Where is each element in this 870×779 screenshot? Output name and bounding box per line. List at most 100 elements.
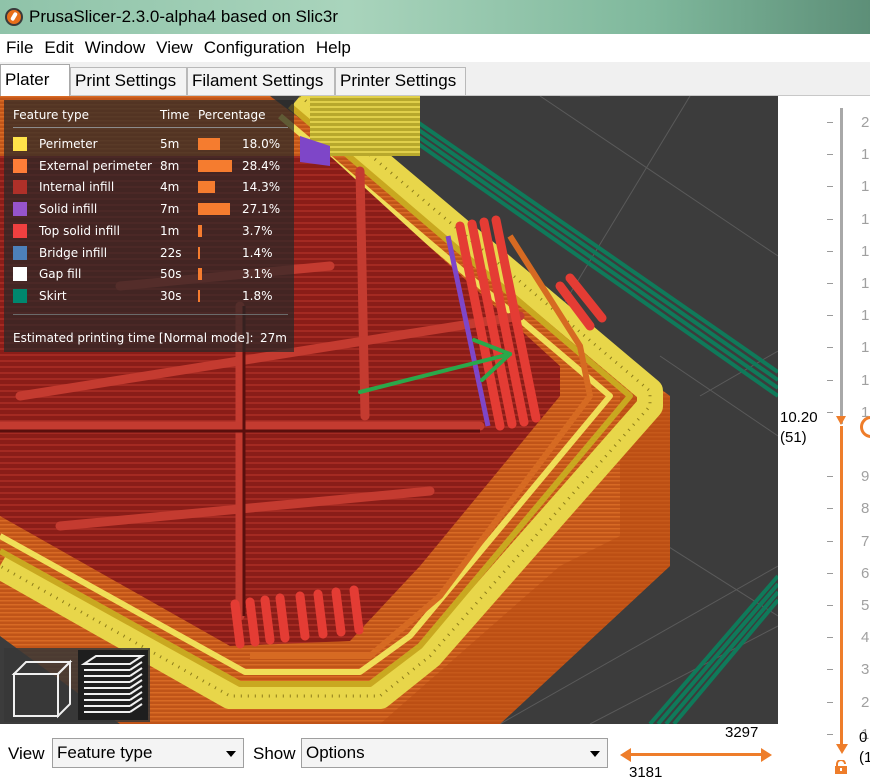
tab-print-settings[interactable]: Print Settings [70, 67, 187, 95]
layer-height-slider[interactable]: 2111111111987654321 10.20 (51) 0 (1 [778, 96, 870, 779]
legend-header-underline [13, 127, 288, 128]
legend-percentage-bar [198, 181, 215, 194]
legend-row: External perimeter 8m 28.4% [13, 156, 288, 176]
upper-thumb-arrow-icon[interactable] [836, 416, 846, 425]
layer-tick-label: 1 [861, 339, 870, 357]
legend-row: Gap fill 50s 3.1% [13, 264, 288, 284]
layer-tick [827, 605, 833, 606]
legend-feature-label: External perimeter [39, 158, 152, 173]
layer-tick [827, 154, 833, 156]
menu-file[interactable]: File [6, 38, 33, 58]
menu-view[interactable]: View [156, 38, 193, 58]
legend-separator [13, 314, 288, 315]
layer-tick [827, 540, 833, 542]
feature-legend: Feature type Time Percentage Perimeter 5m… [4, 100, 294, 352]
app-window: PrusaSlicer-2.3.0-alpha4 based on Slic3r… [0, 0, 870, 779]
estimated-time-value: 27m [260, 331, 287, 345]
legend-feature-label: Bridge infill [39, 245, 108, 260]
view-type-select[interactable]: Feature type [52, 738, 244, 768]
menu-edit[interactable]: Edit [44, 38, 73, 58]
legend-feature-time: 1m [160, 223, 180, 238]
layer-tick [827, 411, 833, 413]
layer-tick-label: 1 [861, 178, 870, 196]
layer-tick [827, 669, 833, 671]
legend-color-swatch [13, 158, 27, 173]
layer-tick-label: 3 [861, 661, 870, 679]
legend-row: Top solid infill 1m 3.7% [13, 221, 288, 241]
legend-feature-time: 8m [160, 158, 180, 173]
layer-tick [827, 476, 833, 478]
legend-percentage-bar [198, 138, 220, 150]
legend-feature-percentage: 18.0% [242, 137, 281, 151]
legend-color-swatch [13, 288, 27, 303]
moves-slider-left-thumb[interactable] [620, 748, 631, 762]
layer-tick-label: 9 [861, 468, 870, 486]
legend-row: Internal infill 4m 14.3% [13, 177, 288, 197]
legend-row: Perimeter 5m 18.0% [13, 134, 288, 154]
layer-tick-label: 4 [861, 629, 870, 647]
legend-header-percentage: Percentage [198, 108, 266, 122]
show-options-select[interactable]: Options [301, 738, 608, 768]
upper-thumb[interactable] [860, 416, 870, 438]
preview-3d-viewport[interactable]: Feature type Time Percentage Perimeter 5m… [0, 96, 778, 724]
lock-icon[interactable] [834, 760, 848, 774]
show-options-value: Options [306, 743, 365, 762]
window-title: PrusaSlicer-2.3.0-alpha4 based on Slic3r [29, 7, 339, 26]
moves-slider-track [628, 753, 764, 756]
moves-slider-right-thumb[interactable] [761, 748, 772, 762]
legend-feature-percentage: 14.3% [242, 180, 281, 195]
current-height: 10.20 [780, 409, 818, 426]
legend-color-swatch [13, 267, 27, 282]
layer-tick-label: 2 [861, 114, 870, 131]
legend-percentage-bar [198, 268, 202, 281]
layer-tick-label: 8 [861, 500, 870, 518]
legend-feature-percentage: 3.7% [242, 223, 273, 238]
moves-slider[interactable] [620, 746, 772, 762]
layer-tick [827, 283, 833, 284]
current-layer: (51) [780, 429, 807, 446]
legend-color-swatch [13, 137, 27, 151]
bottom-toolbar: View Feature type Show Options 3297 3181 [0, 724, 778, 779]
legend-row: Skirt 30s 1.8% [13, 286, 288, 306]
view-layers-button[interactable] [78, 650, 148, 720]
legend-feature-time: 30s [160, 288, 182, 303]
tab-filament-settings[interactable]: Filament Settings [187, 67, 335, 95]
tab-plater[interactable]: Plater [0, 64, 70, 96]
layer-tick-label: 7 [861, 532, 870, 550]
legend-header: Feature type Time Percentage [13, 108, 288, 124]
legend-percentage-bar [198, 224, 202, 237]
view-3d-button[interactable] [6, 650, 76, 720]
view-type-value: Feature type [57, 743, 153, 762]
legend-percentage-bar [198, 289, 200, 302]
layer-tick-label: 6 [861, 564, 870, 582]
legend-feature-percentage: 3.1% [242, 267, 273, 282]
legend-color-swatch [13, 245, 27, 260]
layer-tick-label: 1 [861, 371, 870, 389]
menu-window[interactable]: Window [85, 38, 145, 58]
legend-feature-time: 5m [160, 137, 180, 151]
legend-feature-time: 22s [160, 245, 182, 260]
lower-thumb-arrow-icon[interactable] [836, 744, 848, 754]
estimated-time-label: Estimated printing time [Normal mode]: [13, 331, 254, 345]
slider-track-inactive [840, 108, 843, 424]
legend-feature-percentage: 1.4% [242, 245, 273, 260]
upper-thumb-value: 10.20 (51) [780, 408, 818, 448]
legend-feature-label: Gap fill [39, 267, 82, 282]
layer-tick-label: 1 [861, 275, 870, 292]
tab-printer-settings[interactable]: Printer Settings [335, 67, 466, 95]
prusaslicer-logo-icon [5, 8, 23, 26]
layer-tick [827, 701, 833, 703]
layer-tick [827, 379, 833, 381]
layer-tick [827, 637, 833, 639]
layer-tick-label: 1 [861, 146, 870, 164]
legend-feature-label: Internal infill [39, 180, 115, 195]
show-label: Show [253, 744, 296, 763]
legend-header-feature: Feature type [13, 108, 89, 122]
cube-icon [11, 659, 73, 719]
menu-help[interactable]: Help [316, 38, 351, 58]
legend-percentage-bar [198, 159, 232, 172]
layer-tick-label: 1 [861, 242, 870, 260]
menu-configuration[interactable]: Configuration [204, 38, 305, 58]
legend-color-swatch [13, 202, 27, 217]
layer-tick [827, 250, 833, 252]
